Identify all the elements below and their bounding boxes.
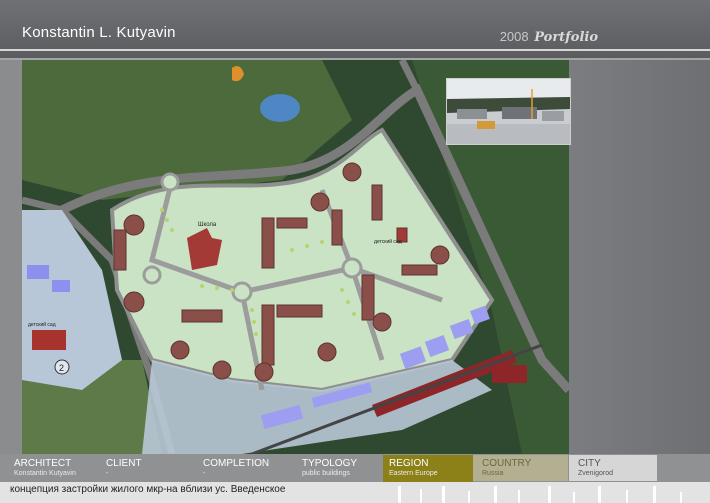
info-architect: ARCHITECT Konstantin Kutyavin	[14, 454, 76, 482]
block-bar	[276, 304, 323, 318]
block-tower	[310, 192, 330, 212]
left-margin-panel	[0, 60, 22, 454]
roundabout-west	[142, 265, 162, 285]
portfolio-year: 2008	[499, 29, 529, 44]
block-bar	[261, 304, 275, 366]
block-bar	[361, 274, 375, 321]
city-value: Zvenigorod	[578, 470, 614, 477]
city-label: CITY	[578, 458, 601, 469]
region-label: REGION	[389, 458, 429, 469]
author-name: Konstantin L. Kutyavin	[22, 24, 176, 41]
block-tower	[317, 342, 337, 362]
school-label: Школа	[198, 222, 217, 228]
portfolio-brand: 2008 Portfolio	[500, 29, 598, 45]
block-bar	[261, 217, 275, 269]
block-bar	[401, 264, 438, 276]
info-region: REGION Eastern Europe	[389, 454, 438, 482]
region-value: Eastern Europe	[389, 470, 438, 477]
block-tower	[123, 291, 145, 313]
architect-label: ARCHITECT	[14, 458, 72, 469]
typology-label: TYPOLOGY	[302, 458, 358, 469]
country-value: Russia	[482, 470, 504, 477]
depot-building	[492, 365, 527, 383]
block-bar	[276, 217, 308, 229]
side-panel	[569, 60, 710, 454]
header-rule	[0, 49, 710, 51]
block-tower	[342, 162, 362, 182]
block-tower	[212, 360, 232, 380]
block-tower	[123, 214, 145, 236]
aerial-photo-inset	[446, 78, 571, 145]
typology-value: public buildings	[302, 470, 350, 477]
block-tower	[170, 340, 190, 360]
kindergarten-east-label: детский сад	[374, 238, 402, 245]
roundabout-east	[341, 257, 363, 279]
block-bar	[371, 184, 383, 221]
portfolio-title: Portfolio	[534, 30, 598, 45]
completion-value: -	[203, 470, 206, 477]
architect-value: Konstantin Kutyavin	[14, 470, 76, 477]
info-city: CITY Zvenigorod	[578, 454, 613, 482]
completion-label: COMPLETION	[203, 458, 270, 469]
aerial-photo	[447, 79, 570, 144]
info-client: CLIENT -	[106, 454, 142, 482]
info-completion: COMPLETION -	[203, 454, 269, 482]
west-building-1	[27, 265, 49, 279]
roundabout-north	[160, 172, 180, 192]
kindergarten-west-label: детский сад	[28, 321, 56, 328]
info-country: COUNTRY Russia	[482, 454, 531, 482]
project-caption: концепция застройки жилого мкр-на вблизи…	[10, 484, 286, 495]
country-label: COUNTRY	[482, 458, 532, 469]
block-bar	[113, 229, 127, 271]
decorative-barcode	[398, 486, 682, 503]
client-label: CLIENT	[106, 458, 142, 469]
west-kindergarten	[32, 330, 66, 350]
client-value: -	[106, 470, 109, 477]
pond	[260, 94, 300, 122]
info-typology: TYPOLOGY public buildings	[302, 454, 357, 482]
block-tower	[430, 245, 450, 265]
block-tower	[372, 312, 392, 332]
roundabout-center	[231, 281, 253, 303]
block-bar	[181, 309, 223, 323]
west-building-2	[52, 280, 70, 292]
zone-number: 2	[59, 363, 64, 373]
block-tower	[254, 362, 274, 382]
block-bar	[331, 209, 343, 246]
